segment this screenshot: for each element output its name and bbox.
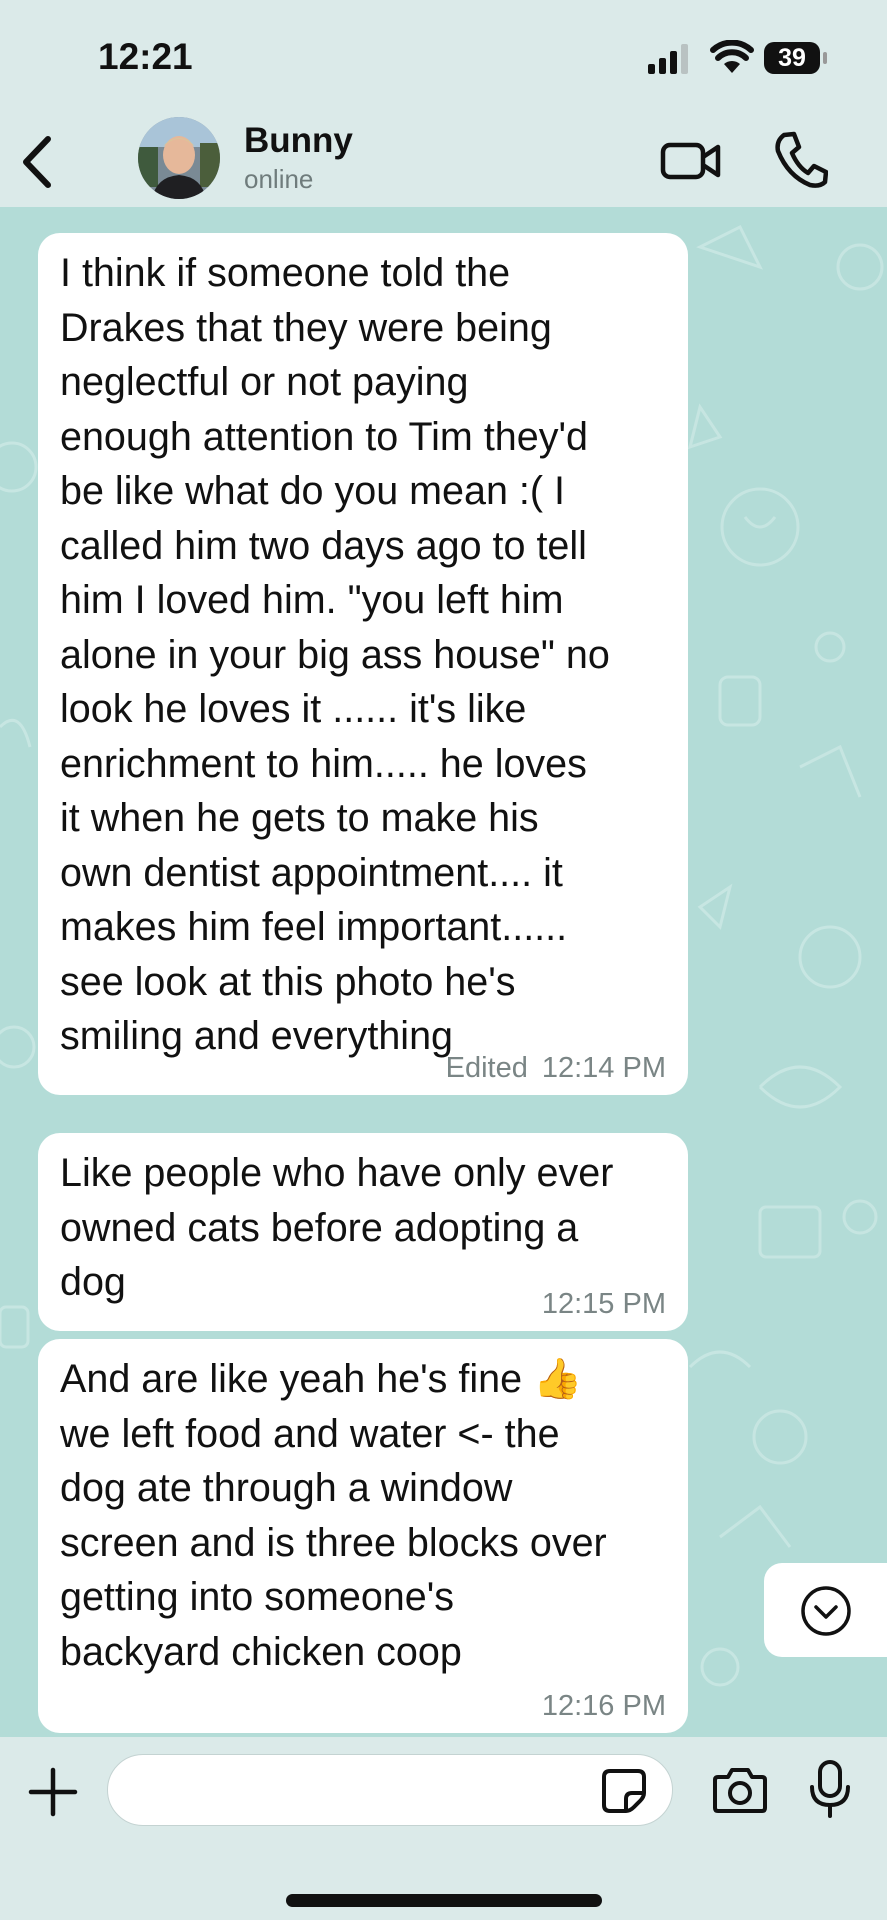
message-text: I think if someone told the Drakes that … (60, 251, 610, 1058)
home-indicator (286, 1894, 602, 1907)
message-text: Like people who have only ever owned cat… (60, 1151, 614, 1304)
contact-name[interactable]: Bunny (244, 121, 353, 161)
scroll-to-bottom-button[interactable] (764, 1563, 887, 1657)
wifi-icon (710, 40, 754, 73)
message-meta: 12:15 PM (542, 1288, 666, 1321)
message-bubble[interactable]: I think if someone told the Drakes that … (38, 233, 688, 1095)
phone-icon[interactable] (772, 129, 828, 189)
microphone-icon[interactable] (808, 1759, 852, 1819)
sticker-icon[interactable] (600, 1767, 648, 1815)
status-time: 12:21 (98, 36, 193, 77)
message-meta: 12:16 PM (542, 1690, 666, 1723)
chevron-left-icon[interactable] (16, 129, 60, 195)
status-bar: 12:21 39 (0, 0, 887, 115)
chat-area[interactable]: I think if someone told the Drakes that … (0, 207, 887, 1737)
message-time: 12:16 PM (541, 1690, 666, 1722)
message-bubble[interactable]: And are like yeah he's fine 👍 we left fo… (38, 1339, 688, 1733)
message-time: 12:14 PM (541, 1052, 666, 1084)
chevron-down-circle-icon (801, 1586, 851, 1636)
contact-status: online (244, 164, 314, 194)
composer-bar (0, 1737, 887, 1920)
battery-icon: 39 (764, 42, 820, 74)
video-camera-icon[interactable] (660, 133, 722, 189)
battery-tip (823, 52, 827, 64)
message-bubble[interactable]: Like people who have only ever owned cat… (38, 1133, 688, 1331)
message-input[interactable] (107, 1754, 673, 1826)
message-meta: Edited 12:14 PM (446, 1052, 666, 1085)
cellular-signal-icon (648, 44, 688, 74)
chat-header: Bunny online (0, 115, 887, 208)
avatar[interactable] (138, 117, 220, 199)
message-text: And are like yeah he's fine 👍 we left fo… (60, 1357, 607, 1674)
message-time: 12:15 PM (541, 1288, 666, 1320)
edited-label: Edited (445, 1052, 528, 1084)
plus-icon[interactable] (28, 1767, 78, 1817)
camera-icon[interactable] (712, 1765, 768, 1815)
